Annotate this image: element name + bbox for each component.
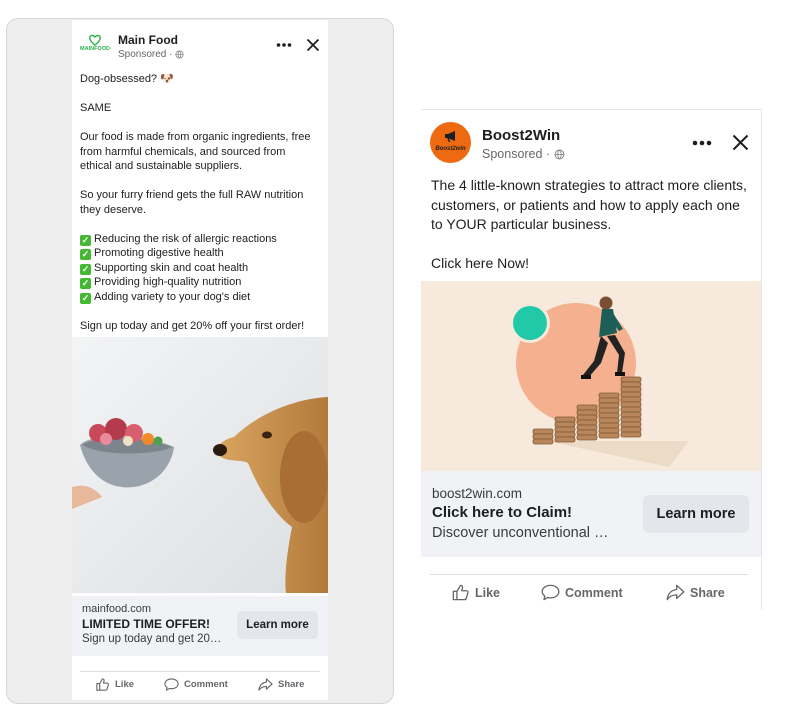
comment-label: Comment: [184, 679, 228, 690]
cta-domain: mainfood.com: [82, 603, 152, 615]
benefit-item: ✓ Providing high-quality nutrition: [80, 275, 320, 290]
benefit-text: Adding variety to your dog's diet: [94, 290, 251, 303]
cta-section[interactable]: boost2win.com Click here to Claim! Disco…: [421, 471, 761, 557]
comment-label: Comment: [565, 585, 623, 600]
comment-bubble-icon: [164, 678, 179, 691]
comment-button[interactable]: Comment: [541, 583, 623, 602]
post-line: SAME: [80, 102, 112, 114]
check-icon: ✓: [80, 263, 91, 275]
megaphone-icon: [445, 131, 455, 143]
learn-more-button[interactable]: Learn more: [237, 611, 318, 639]
sponsored-label: Sponsored ·: [118, 49, 185, 60]
thumbs-up-icon: [96, 678, 109, 691]
benefit-item: ✓ Promoting digestive health: [80, 246, 320, 261]
main-food-logo[interactable]: MAINFOOD: [78, 34, 112, 56]
close-icon[interactable]: [306, 38, 320, 52]
globe-icon: [554, 149, 565, 159]
benefit-item: ✓ Reducing the risk of allergic reactions: [80, 232, 320, 247]
boost2win-logo[interactable]: Boost2win: [430, 122, 471, 163]
post-paragraph: The 4 little-known strategies to attract…: [431, 177, 747, 232]
ad-primary-text: Dog-obsessed? 🐶 SAME Our food is made fr…: [80, 72, 320, 333]
thumbs-up-icon: [452, 584, 469, 601]
post-actions-bar: Like Comment Share: [430, 574, 748, 610]
cta-description: Discover unconventional …: [432, 525, 609, 541]
check-icon: ✓: [80, 292, 91, 304]
post-line: Dog-obsessed? 🐶: [80, 73, 174, 85]
comment-bubble-icon: [541, 584, 560, 601]
share-button[interactable]: Share: [258, 677, 304, 692]
benefit-text: Reducing the risk of allergic reactions: [94, 232, 277, 245]
more-options-icon[interactable]: [692, 140, 712, 146]
share-label: Share: [690, 585, 725, 600]
share-button[interactable]: Share: [666, 583, 725, 602]
cta-description: Sign up today and get 20…: [82, 633, 222, 645]
main-food-logo-text: MAINFOOD: [80, 46, 110, 52]
growth-staircase-ad-image[interactable]: [421, 281, 761, 471]
ad-primary-text: The 4 little-known strategies to attract…: [431, 176, 755, 274]
learn-more-button[interactable]: Learn more: [643, 495, 749, 533]
benefit-item: ✓ Supporting skin and coat health: [80, 261, 320, 276]
like-button[interactable]: Like: [95, 677, 134, 692]
comment-button[interactable]: Comment: [164, 677, 228, 692]
post-closing: Sign up today and get 20% off your first…: [80, 319, 305, 332]
benefit-text: Promoting digestive health: [94, 247, 224, 259]
main-food-ad-card: MAINFOOD Main Food Sponsored · Dog-obses…: [72, 20, 328, 700]
cta-headline[interactable]: LIMITED TIME OFFER!: [82, 617, 210, 631]
cta-section[interactable]: mainfood.com LIMITED TIME OFFER! Sign up…: [72, 596, 328, 656]
benefit-text: Providing high-quality nutrition: [94, 276, 242, 288]
close-icon[interactable]: [732, 134, 749, 151]
check-icon: ✓: [80, 234, 91, 246]
globe-icon: [175, 50, 185, 59]
benefit-text: Supporting skin and coat health: [94, 261, 249, 274]
heart-logo-icon: [89, 34, 101, 46]
share-label: Share: [278, 679, 305, 690]
post-paragraph: Click here Now!: [431, 255, 530, 271]
share-arrow-icon: [258, 678, 273, 691]
check-icon: ✓: [80, 249, 91, 260]
page-name[interactable]: Boost2Win: [482, 127, 560, 144]
sponsored-text: Sponsored ·: [118, 49, 173, 60]
more-options-icon[interactable]: [276, 42, 292, 48]
page-name[interactable]: Main Food: [118, 33, 178, 47]
like-label: Like: [475, 585, 501, 600]
post-paragraph: So your furry friend gets the full RAW n…: [80, 189, 304, 216]
check-icon: ✓: [80, 278, 91, 289]
benefit-item: ✓ Adding variety to your dog's diet: [80, 290, 320, 305]
sponsored-label: Sponsored ·: [482, 147, 565, 161]
sponsored-text: Sponsored ·: [482, 147, 551, 161]
cta-headline[interactable]: Click here to Claim!: [432, 504, 572, 521]
boost2win-logo-text: Boost2win: [435, 146, 466, 152]
dog-food-ad-image[interactable]: [72, 337, 328, 593]
like-button[interactable]: Like: [451, 583, 500, 602]
cta-domain: boost2win.com: [432, 486, 523, 501]
like-label: Like: [115, 679, 135, 690]
post-paragraph: Our food is made from organic ingredient…: [80, 131, 311, 172]
share-arrow-icon: [666, 584, 685, 601]
post-actions-bar: Like Comment Share: [80, 671, 320, 700]
boost2win-ad-card: Boost2win Boost2Win Sponsored · The 4 li…: [421, 109, 762, 610]
